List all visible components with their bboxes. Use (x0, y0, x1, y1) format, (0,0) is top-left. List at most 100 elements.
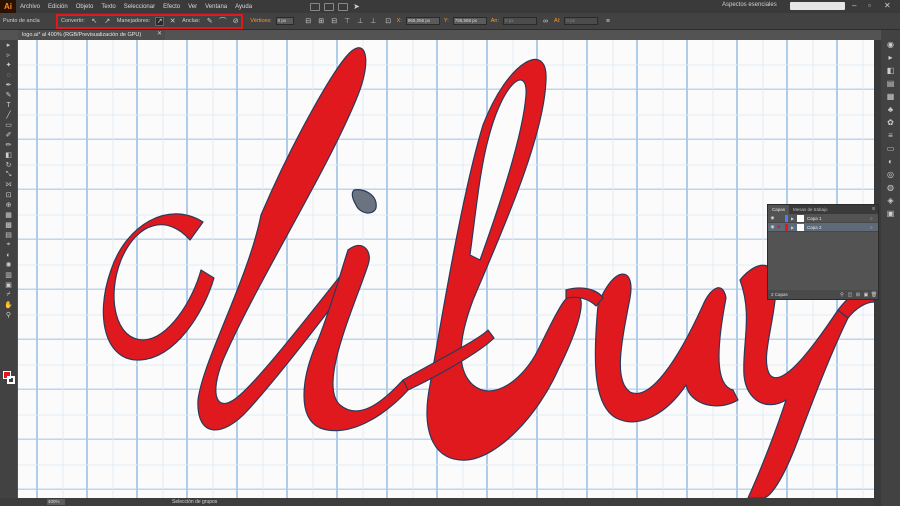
layers-icon[interactable]: ◈ (881, 194, 900, 207)
blend-icon[interactable]: ◐ (0, 250, 17, 260)
gradient-icon[interactable]: ▤ (0, 230, 17, 240)
lasso-icon[interactable]: ◌ (0, 70, 17, 80)
paintbrush-icon[interactable]: ✐ (0, 130, 17, 140)
close-icon[interactable]: ✕ (884, 1, 891, 10)
properties-icon[interactable]: ◉ (881, 38, 900, 51)
target-circle-icon[interactable]: ○ (870, 225, 878, 230)
line-tool-icon[interactable]: ╱ (0, 110, 17, 120)
column-graph-icon[interactable]: ▥ (0, 270, 17, 280)
width-field[interactable]: 0 px (503, 17, 537, 25)
symbols-icon[interactable]: ✿ (881, 116, 900, 129)
menu-ventana[interactable]: Ventana (201, 4, 231, 10)
selection-tool-icon[interactable]: ▸ (0, 40, 17, 50)
send-icon[interactable]: ➤ (353, 2, 360, 11)
vertices-field[interactable]: 0 px (275, 17, 294, 25)
menu-edicion[interactable]: Edición (44, 4, 72, 10)
eraser-icon[interactable]: ◧ (0, 150, 17, 160)
visibility-eye-icon[interactable]: ◉ (768, 224, 777, 230)
menu-archivo[interactable]: Archivo (16, 4, 44, 10)
direct-selection-tool-icon[interactable]: ▹ (0, 50, 17, 60)
color-guide-icon[interactable]: ▤ (881, 77, 900, 90)
color-icon[interactable]: ◧ (881, 64, 900, 77)
zoom-tool-icon[interactable]: ⚲ (0, 310, 17, 320)
new-sublayer-icon[interactable]: ⊞ (854, 292, 862, 298)
magic-wand-icon[interactable]: ✦ (0, 60, 17, 70)
layer-name[interactable]: Capa 1 (807, 216, 870, 221)
zoom-level[interactable]: 400% (47, 499, 65, 505)
transform-reference-icon[interactable]: ⊡ (384, 17, 393, 26)
type-tool-icon[interactable]: T (0, 100, 17, 110)
width-tool-icon[interactable]: ⟗ (0, 180, 17, 190)
graphic-styles-icon[interactable]: ◍ (881, 181, 900, 194)
rectangle-tool-icon[interactable]: ▭ (0, 120, 17, 130)
tab-mesas-de-trabajo[interactable]: Mesas de trabajo (789, 205, 832, 214)
layer-row[interactable]: ◉ ▶ Capa 1 ○ (768, 214, 878, 223)
panel-menu-icon[interactable]: ≡ (603, 17, 612, 26)
shape-builder-icon[interactable]: ⊕ (0, 200, 17, 210)
libraries-icon[interactable]: ▸ (881, 51, 900, 64)
align-top-icon[interactable]: ⊤ (343, 17, 352, 26)
height-field[interactable]: 0 px (564, 17, 599, 25)
maximize-icon[interactable]: ▫ (868, 1, 871, 10)
perspective-grid-icon[interactable]: ▦ (0, 210, 17, 220)
x-label[interactable]: X: (395, 18, 404, 24)
search-input[interactable] (790, 2, 845, 10)
menu-texto[interactable]: Texto (97, 4, 119, 10)
hand-tool-icon[interactable]: ✋ (0, 300, 17, 310)
layer-name[interactable]: Capa 2 (807, 225, 870, 230)
width-label[interactable]: An: (489, 18, 501, 24)
transparency-icon[interactable]: ◐ (881, 155, 900, 168)
bridge-icon[interactable] (310, 2, 321, 11)
mesh-tool-icon[interactable]: ▩ (0, 220, 17, 230)
align-bottom-icon[interactable]: ⊥ (369, 17, 378, 26)
locate-object-icon[interactable]: ⚲ (838, 292, 846, 298)
appearance-icon[interactable]: ◎ (881, 168, 900, 181)
target-circle-icon[interactable]: ○ (870, 216, 878, 221)
link-proportions-icon[interactable]: ∞ (541, 17, 550, 26)
y-field[interactable]: 785,568 px (452, 17, 487, 25)
status-text[interactable]: Selección de grupos (172, 499, 217, 505)
pen-tool-icon[interactable]: ✒ (0, 80, 17, 90)
menu-ayuda[interactable]: Ayuda (231, 4, 256, 10)
menu-objeto[interactable]: Objeto (72, 4, 98, 10)
stroke-icon[interactable]: ≡ (881, 129, 900, 142)
document-tab[interactable]: logo.ai* al 400% (RGB/Previsualización d… (18, 30, 165, 40)
height-label[interactable]: Al: (552, 18, 562, 24)
stock-icon[interactable] (324, 2, 335, 11)
panel-menu-icon[interactable]: ≡ (872, 206, 875, 212)
align-middle-icon[interactable]: ⊥ (356, 17, 365, 26)
align-icon[interactable]: ⊟ (304, 17, 313, 26)
minimize-icon[interactable]: – (852, 1, 856, 10)
eyedropper-icon[interactable]: ⌖ (0, 240, 17, 250)
canvas[interactable] (18, 40, 874, 498)
artboard-tool-icon[interactable]: ▣ (0, 280, 17, 290)
menu-seleccionar[interactable]: Seleccionar (120, 4, 159, 10)
lock-icon[interactable]: ■ (777, 224, 785, 230)
pencil-icon[interactable]: ✏ (0, 140, 17, 150)
align-right-icon[interactable]: ⊟ (330, 17, 339, 26)
symbol-sprayer-icon[interactable]: ✺ (0, 260, 17, 270)
arrange-documents-icon[interactable] (338, 2, 349, 11)
brushes-icon[interactable]: ♣ (881, 103, 900, 116)
swatches-icon[interactable]: ▦ (881, 90, 900, 103)
tab-capas[interactable]: Capas (768, 205, 790, 214)
y-label[interactable]: Y: (442, 18, 451, 24)
workspace-switcher[interactable]: Aspectos esenciales (722, 2, 777, 8)
delete-layer-icon[interactable]: 🗑 (870, 292, 878, 298)
stroke-swatch[interactable] (7, 376, 15, 384)
menu-efecto[interactable]: Efecto (159, 4, 184, 10)
visibility-eye-icon[interactable]: ◉ (768, 215, 777, 221)
slice-tool-icon[interactable]: ⌿ (0, 290, 17, 300)
free-transform-icon[interactable]: ⊡ (0, 190, 17, 200)
clipping-mask-icon[interactable]: ◫ (846, 292, 854, 298)
menu-ver[interactable]: Ver (184, 4, 201, 10)
rotate-icon[interactable]: ↻ (0, 160, 17, 170)
layer-row[interactable]: ◉ ■ ▶ Capa 2 ○ (768, 223, 878, 232)
scale-icon[interactable]: ⤡ (0, 170, 17, 180)
artboards-icon[interactable]: ▣ (881, 207, 900, 220)
x-field[interactable]: 965,056 px (405, 17, 440, 25)
new-layer-icon[interactable]: ▣ (862, 292, 870, 298)
align-center-icon[interactable]: ⊞ (317, 17, 326, 26)
vertices-label[interactable]: Vértices: (248, 18, 273, 24)
close-tab-icon[interactable]: ✕ (157, 30, 162, 37)
